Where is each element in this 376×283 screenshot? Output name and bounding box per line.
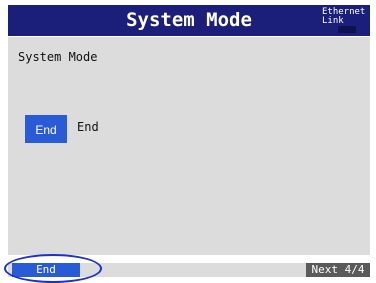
ethernet-status: Ethernet Link (322, 8, 365, 26)
page-title: System Mode (126, 9, 252, 31)
softkey-end[interactable]: End (12, 263, 80, 277)
softkey-next[interactable]: Next 4/4 (306, 263, 370, 277)
title-bar: System Mode Ethernet Link (8, 5, 370, 36)
link-label: Link (322, 16, 344, 26)
end-description: End (77, 120, 99, 134)
section-label: System Mode (18, 50, 98, 64)
link-indicator (338, 26, 356, 33)
end-button[interactable]: End (25, 115, 67, 143)
content-panel: System Mode End End (8, 37, 370, 255)
screen: System Mode Ethernet Link System Mode En… (0, 0, 376, 283)
